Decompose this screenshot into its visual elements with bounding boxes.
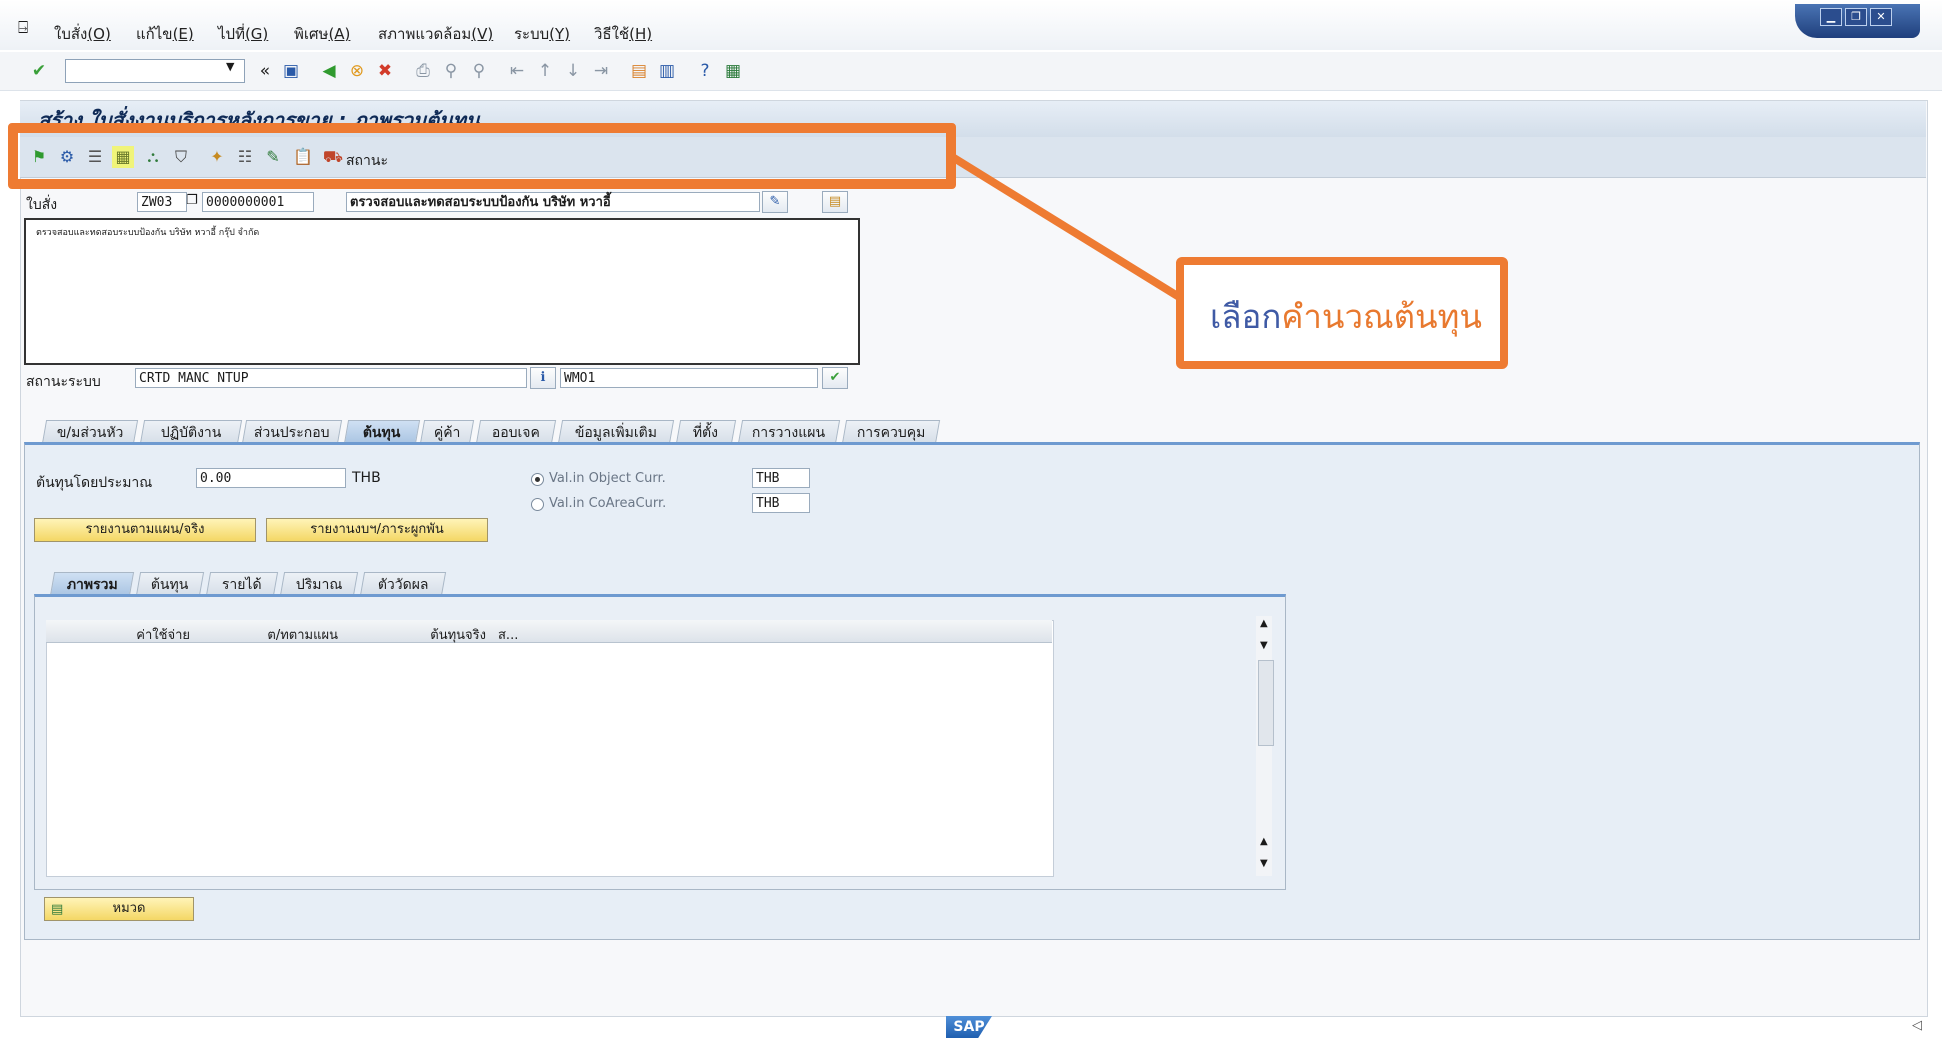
callout-text: เลือกคำนวณต้นทุน bbox=[1210, 297, 1482, 336]
status-bar-toggle-icon[interactable]: ◁ bbox=[1912, 1018, 1922, 1033]
callout-connector bbox=[951, 154, 1187, 304]
